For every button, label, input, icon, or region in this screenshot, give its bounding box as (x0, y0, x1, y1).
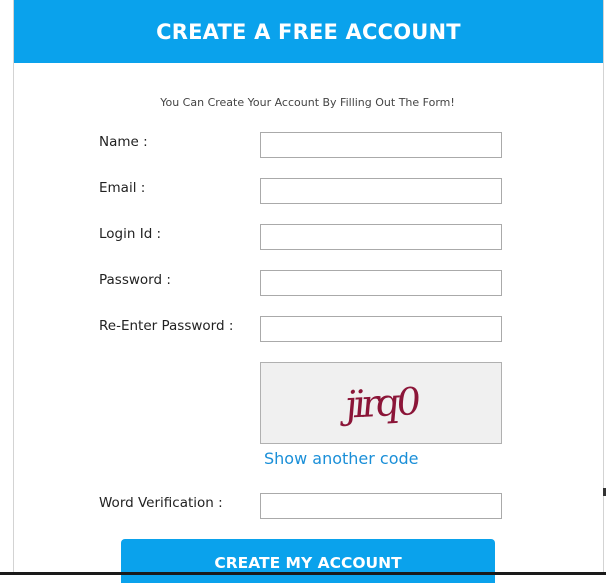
password-input[interactable] (260, 270, 502, 296)
confirm-password-input[interactable] (260, 316, 502, 342)
show-another-code-link[interactable]: Show another code (264, 449, 419, 468)
captcha-image: jirq0 (260, 362, 502, 444)
captcha-code: jirq0 (343, 379, 419, 427)
email-label: Email : (99, 180, 146, 196)
name-label: Name : (99, 134, 148, 150)
form-header: CREATE A FREE ACCOUNT (14, 0, 603, 63)
confirm-password-label: Re-Enter Password : (99, 318, 234, 334)
password-label: Password : (99, 272, 171, 288)
login-id-label: Login Id : (99, 226, 162, 242)
email-input[interactable] (260, 178, 502, 204)
registration-panel: CREATE A FREE ACCOUNT You Can Create You… (13, 0, 604, 583)
create-account-button[interactable]: CREATE MY ACCOUNT (121, 539, 495, 583)
page-title: CREATE A FREE ACCOUNT (156, 19, 461, 44)
name-input[interactable] (260, 132, 502, 158)
form-subtitle: You Can Create Your Account By Filling O… (160, 96, 455, 109)
word-verification-input[interactable] (260, 493, 502, 519)
word-verification-label: Word Verification : (99, 495, 223, 511)
login-id-input[interactable] (260, 224, 502, 250)
